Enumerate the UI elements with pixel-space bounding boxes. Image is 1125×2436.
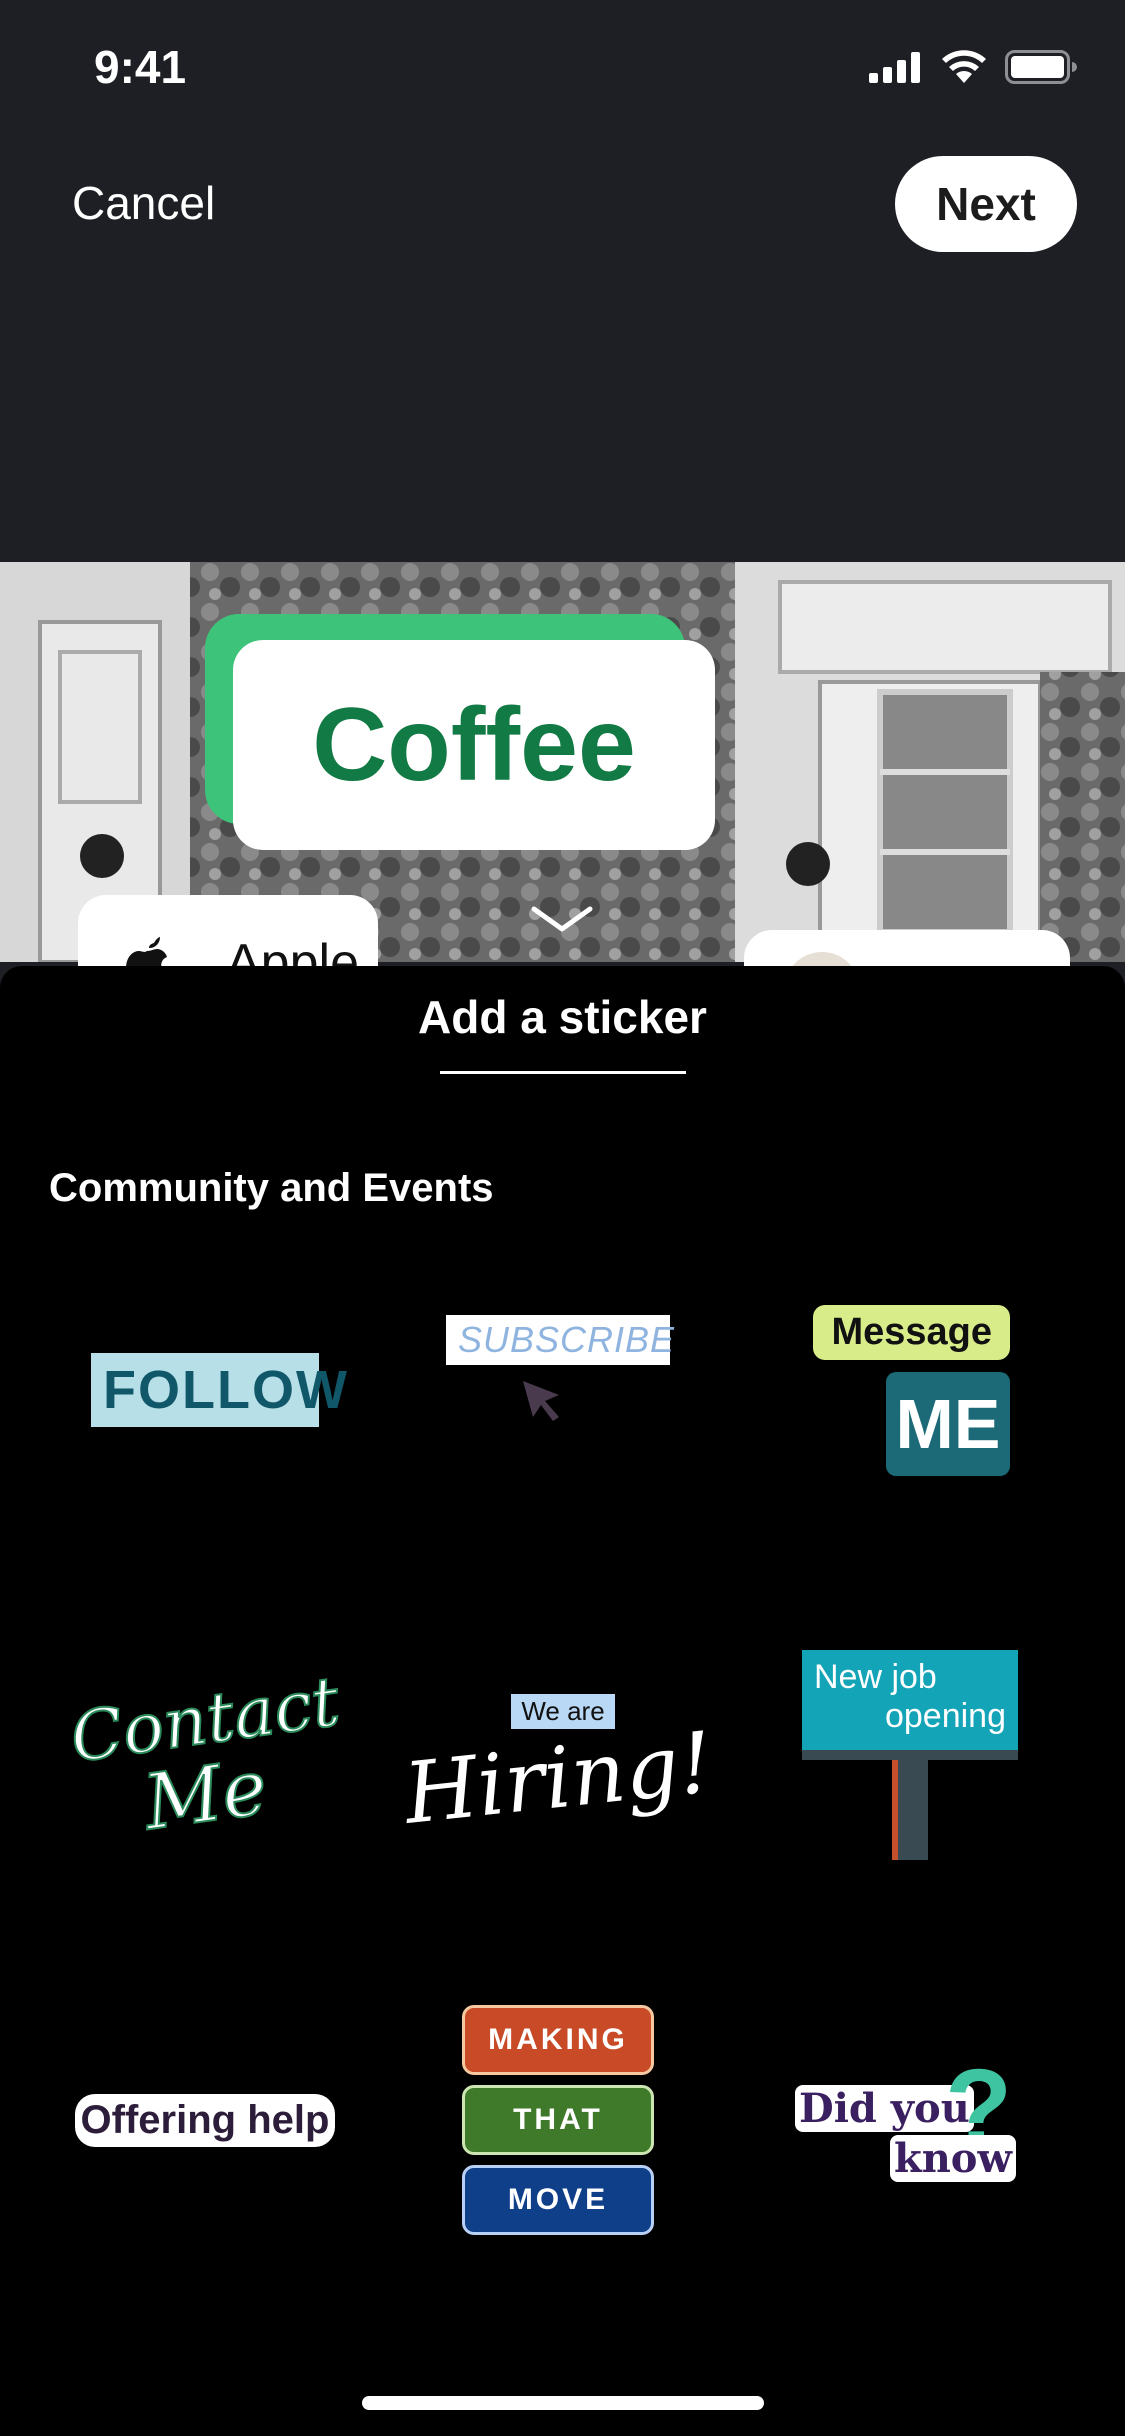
did-you-know-art: Did you ? know xyxy=(795,2047,1025,2185)
subscribe-sticker-text: SUBSCRIBE xyxy=(458,1319,676,1360)
moves-box-3: MOVE xyxy=(462,2165,654,2235)
chevron-down-icon[interactable] xyxy=(530,905,594,935)
home-indicator xyxy=(362,2396,764,2410)
contact-sticker-line2: Me xyxy=(137,1741,273,1848)
sticker-new-job[interactable]: New job opening xyxy=(750,1600,1070,1920)
sheet-title: Add a sticker xyxy=(418,991,707,1043)
battery-icon xyxy=(1005,50,1077,84)
moves-text-3: MOVE xyxy=(507,2183,609,2216)
message-bubble: Message xyxy=(813,1304,1010,1360)
message-bubble-text: Message xyxy=(831,1310,992,1353)
status-icons xyxy=(869,50,1077,84)
moves-box-2: THAT xyxy=(462,2085,654,2155)
cursor-arrow-icon xyxy=(523,1381,559,1421)
me-box: ME xyxy=(886,1371,1010,1476)
sticker-subscribe[interactable]: SUBSCRIBE xyxy=(398,1230,718,1550)
coffee-sticker-label: Coffee xyxy=(312,686,636,803)
cancel-button[interactable]: Cancel xyxy=(72,176,215,230)
sticker-making-moves[interactable]: MAKING THAT MOVE xyxy=(398,1960,718,2280)
billboard-pole xyxy=(892,1760,928,1860)
follow-sticker-text: FOLLOW xyxy=(103,1360,349,1420)
sticker-message-me[interactable]: Message ME xyxy=(750,1230,1070,1550)
sticker-follow[interactable]: FOLLOW xyxy=(45,1230,365,1550)
billboard-line2: opening xyxy=(884,1697,1006,1735)
me-box-text: ME xyxy=(895,1384,1001,1463)
sheet-title-underline xyxy=(440,1071,686,1074)
status-time: 9:41 xyxy=(94,41,187,93)
moves-box-1: MAKING xyxy=(462,2005,654,2075)
sticker-hiring[interactable]: We are Hiring! xyxy=(398,1600,718,1920)
coffee-sticker[interactable]: Coffee xyxy=(205,614,715,850)
next-button[interactable]: Next xyxy=(895,156,1077,252)
section-title: Community and Events xyxy=(49,1166,494,1210)
hiring-top-label: We are xyxy=(511,1693,615,1729)
sticker-did-you-know[interactable]: Did you ? know xyxy=(750,1960,1070,2280)
coffee-sticker-card: Coffee xyxy=(233,640,715,850)
wifi-icon xyxy=(942,50,986,83)
subscribe-sticker-box: SUBSCRIBE xyxy=(446,1315,674,1365)
sticker-offering-help[interactable]: Offering help xyxy=(45,1960,365,2280)
cellular-signal-icon xyxy=(869,52,920,83)
moves-text-2: THAT xyxy=(513,2103,603,2136)
hiring-top-text: We are xyxy=(521,1695,605,1726)
sticker-contact-me[interactable]: Contact Me xyxy=(45,1600,365,1920)
know-text: know xyxy=(890,2135,1016,2182)
hiring-main-text: Hiring! xyxy=(399,1712,717,1843)
follow-sticker-box: FOLLOW xyxy=(91,1353,347,1427)
offering-help-text: Offering help xyxy=(74,2093,336,2147)
billboard: New job opening xyxy=(802,1650,1018,1760)
billboard-line1: New job xyxy=(814,1658,937,1696)
moves-text-1: MAKING xyxy=(488,2023,628,2056)
